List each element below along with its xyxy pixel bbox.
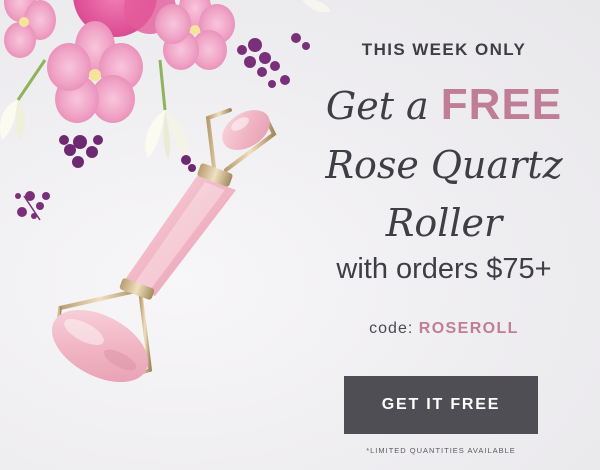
white-lily-2 — [0, 59, 47, 140]
get-it-free-button[interactable]: GET IT FREE — [344, 376, 538, 434]
promo-code: code: ROSEROLL — [300, 320, 588, 338]
pink-blossom-3 — [4, 0, 56, 58]
lilac-cluster-3 — [15, 191, 50, 221]
white-petal-top — [302, 0, 330, 13]
headline-prefix: Get a — [325, 84, 429, 128]
white-lily-1 — [145, 59, 188, 160]
promo-banner: THIS WEEK ONLY Get a FREE Rose Quartz Ro… — [0, 0, 600, 470]
hero-image — [0, 0, 330, 383]
promo-code-value: ROSEROLL — [418, 320, 519, 337]
pink-blossom-2 — [155, 0, 235, 70]
eyebrow-text: THIS WEEK ONLY — [361, 40, 527, 59]
headline-line-3: Roller — [385, 201, 503, 245]
promo-code-label: code: — [369, 320, 414, 337]
fine-print: *LIMITED QUANTITIES AVAILABLE — [366, 446, 516, 455]
headline-line-1: Get a FREE — [300, 82, 588, 129]
pink-blossom-1 — [47, 21, 143, 123]
order-threshold-text: with orders $75+ — [336, 253, 552, 285]
headline-free-highlight: FREE — [440, 80, 563, 129]
headline-line-2: Rose Quartz — [325, 143, 563, 187]
